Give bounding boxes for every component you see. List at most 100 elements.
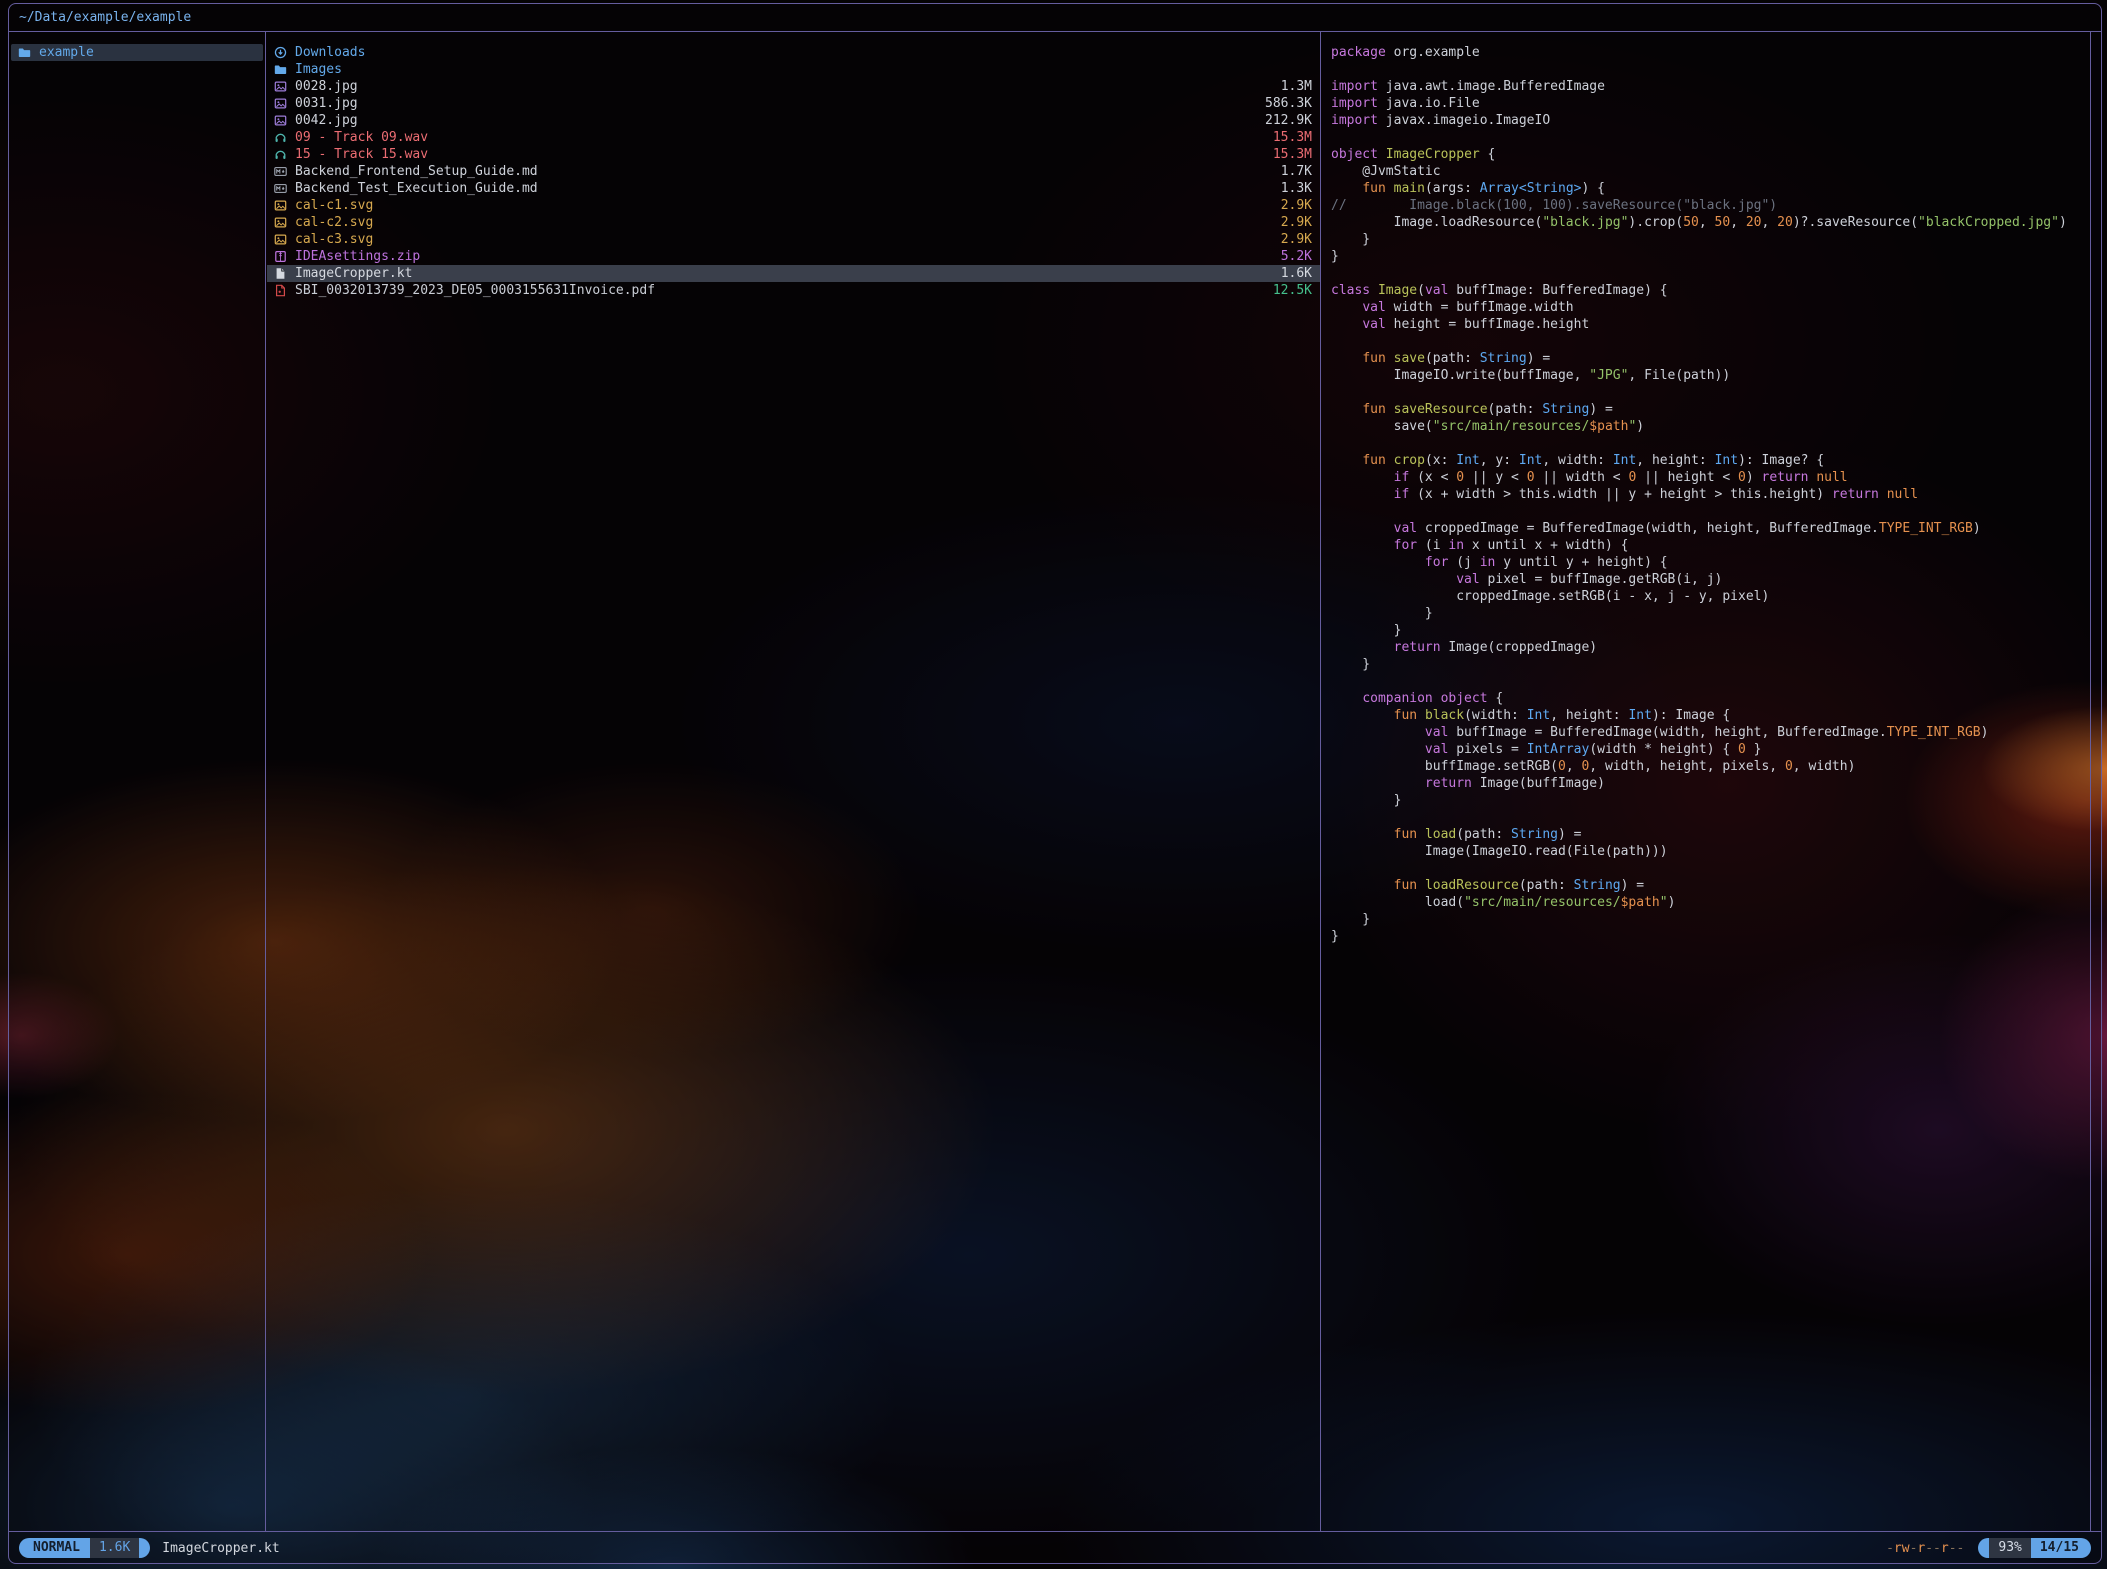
file-name: Backend_Frontend_Setup_Guide.md xyxy=(295,163,1281,180)
file-row[interactable]: SBI_0032013739_2023_DE05_0003155631Invoi… xyxy=(267,282,1320,299)
permissions: -rw-r--r-- xyxy=(1886,1541,1964,1556)
file-row[interactable]: 09 - Track 09.wav15.3M xyxy=(267,129,1320,146)
file-name: cal-c2.svg xyxy=(295,214,1281,231)
image-icon xyxy=(273,215,288,230)
code-line: fun saveResource(path: String) = xyxy=(1331,401,2090,418)
code-line: fun loadResource(path: String) = xyxy=(1331,877,2090,894)
markdown-icon xyxy=(273,164,288,179)
code-line: val pixel = buffImage.getRGB(i, j) xyxy=(1331,571,2090,588)
file-row[interactable]: cal-c3.svg2.9K xyxy=(267,231,1320,248)
code-line: ImageIO.write(buffImage, "JPG", File(pat… xyxy=(1331,367,2090,384)
code-line: } xyxy=(1331,605,2090,622)
code-line xyxy=(1331,61,2090,78)
code-line: return Image(buffImage) xyxy=(1331,775,2090,792)
code-line: Image(ImageIO.read(File(path))) xyxy=(1331,843,2090,860)
code-line: if (x + width > this.width || y + height… xyxy=(1331,486,2090,503)
code-line: fun save(path: String) = xyxy=(1331,350,2090,367)
file-row[interactable]: Downloads xyxy=(267,44,1320,61)
file-row[interactable]: Backend_Frontend_Setup_Guide.md1.7K xyxy=(267,163,1320,180)
parent-dir-item[interactable]: example xyxy=(11,44,263,61)
code-line: object ImageCropper { xyxy=(1331,146,2090,163)
file-name: IDEAsettings.zip xyxy=(295,248,1281,265)
code-line: save("src/main/resources/$path") xyxy=(1331,418,2090,435)
file-list-pane: DownloadsImages0028.jpg1.3M0031.jpg586.3… xyxy=(267,32,1321,1531)
breadcrumb: ~/Data/example/example xyxy=(9,4,2101,32)
file-size: 5.2K xyxy=(1281,248,1312,265)
file-row[interactable]: Backend_Test_Execution_Guide.md1.3K xyxy=(267,180,1320,197)
file-row[interactable]: cal-c2.svg2.9K xyxy=(267,214,1320,231)
file-row[interactable]: cal-c1.svg2.9K xyxy=(267,197,1320,214)
mode-badge: NORMAL xyxy=(19,1538,90,1558)
image-icon xyxy=(273,113,288,128)
powerline-left-icon xyxy=(1978,1538,1989,1558)
file-size: 1.7K xyxy=(1281,163,1312,180)
file-size: 2.9K xyxy=(1281,197,1312,214)
image-icon xyxy=(273,96,288,111)
yazi-file-manager-window: ~/Data/example/example example Downloads… xyxy=(8,3,2102,1564)
file-row[interactable]: 0028.jpg1.3M xyxy=(267,78,1320,95)
panes-area: example DownloadsImages0028.jpg1.3M0031.… xyxy=(9,32,2101,1532)
file-row[interactable]: IDEAsettings.zip5.2K xyxy=(267,248,1320,265)
code-line: } xyxy=(1331,231,2090,248)
code-line xyxy=(1331,809,2090,826)
code-line: fun main(args: Array<String>) { xyxy=(1331,180,2090,197)
file-name: Downloads xyxy=(295,44,1312,61)
code-line xyxy=(1331,860,2090,877)
code-line: buffImage.setRGB(0, 0, width, height, pi… xyxy=(1331,758,2090,775)
cursor-position: 14/15 xyxy=(2031,1538,2091,1558)
parent-dir-label: example xyxy=(39,44,255,61)
status-bar: NORMAL1.6K ImageCropper.kt -rw-r--r-- 93… xyxy=(9,1537,2101,1559)
code-line: Image.loadResource("black.jpg").crop(50,… xyxy=(1331,214,2090,231)
code-line xyxy=(1331,265,2090,282)
code-line: fun crop(x: Int, y: Int, width: Int, hei… xyxy=(1331,452,2090,469)
code-line: } xyxy=(1331,622,2090,639)
code-line: return Image(croppedImage) xyxy=(1331,639,2090,656)
code-line xyxy=(1331,129,2090,146)
status-right: -rw-r--r-- 93%14/15 xyxy=(1886,1538,2091,1558)
code-line: val croppedImage = BufferedImage(width, … xyxy=(1331,520,2090,537)
image-icon xyxy=(273,198,288,213)
code-line: } xyxy=(1331,911,2090,928)
file-row[interactable]: 0031.jpg586.3K xyxy=(267,95,1320,112)
file-size: 15.3M xyxy=(1273,146,1312,163)
pdf-icon xyxy=(273,283,288,298)
file-name: SBI_0032013739_2023_DE05_0003155631Invoi… xyxy=(295,282,1273,299)
file-size: 2.9K xyxy=(1281,214,1312,231)
markdown-icon xyxy=(273,181,288,196)
file-size: 2.9K xyxy=(1281,231,1312,248)
code-line: // Image.black(100, 100).saveResource("b… xyxy=(1331,197,2090,214)
file-size: 1.3M xyxy=(1281,78,1312,95)
code-line: package org.example xyxy=(1331,44,2090,61)
code-line: import javax.imageio.ImageIO xyxy=(1331,112,2090,129)
file-row[interactable]: 0042.jpg212.9K xyxy=(267,112,1320,129)
code-line: import java.awt.image.BufferedImage xyxy=(1331,78,2090,95)
code-line: if (x < 0 || y < 0 || width < 0 || heigh… xyxy=(1331,469,2090,486)
file-size: 15.3M xyxy=(1273,129,1312,146)
code-line: } xyxy=(1331,656,2090,673)
file-row[interactable]: ImageCropper.kt1.6K xyxy=(267,265,1320,282)
code-line xyxy=(1331,384,2090,401)
folder-icon xyxy=(17,45,32,60)
parent-pane: example xyxy=(9,32,266,1531)
file-name: 0042.jpg xyxy=(295,112,1265,129)
audio-icon xyxy=(273,147,288,162)
code-line: fun load(path: String) = xyxy=(1331,826,2090,843)
image-icon xyxy=(273,79,288,94)
file-icon xyxy=(273,266,288,281)
scroll-percent: 93% xyxy=(1989,1538,2030,1558)
file-size: 12.5K xyxy=(1273,282,1312,299)
code-line: for (i in x until x + width) { xyxy=(1331,537,2090,554)
code-line: } xyxy=(1331,792,2090,809)
file-size: 212.9K xyxy=(1265,112,1312,129)
file-size: 586.3K xyxy=(1265,95,1312,112)
code-line: val height = buffImage.height xyxy=(1331,316,2090,333)
preview-pane: package org.example import java.awt.imag… xyxy=(1322,32,2091,1531)
file-name: cal-c3.svg xyxy=(295,231,1281,248)
current-path: ~/Data/example/example xyxy=(19,10,191,25)
file-row[interactable]: 15 - Track 15.wav15.3M xyxy=(267,146,1320,163)
file-row[interactable]: Images xyxy=(267,61,1320,78)
file-size: 1.3K xyxy=(1281,180,1312,197)
code-line: class Image(val buffImage: BufferedImage… xyxy=(1331,282,2090,299)
file-name: 15 - Track 15.wav xyxy=(295,146,1273,163)
file-name: 0028.jpg xyxy=(295,78,1281,95)
